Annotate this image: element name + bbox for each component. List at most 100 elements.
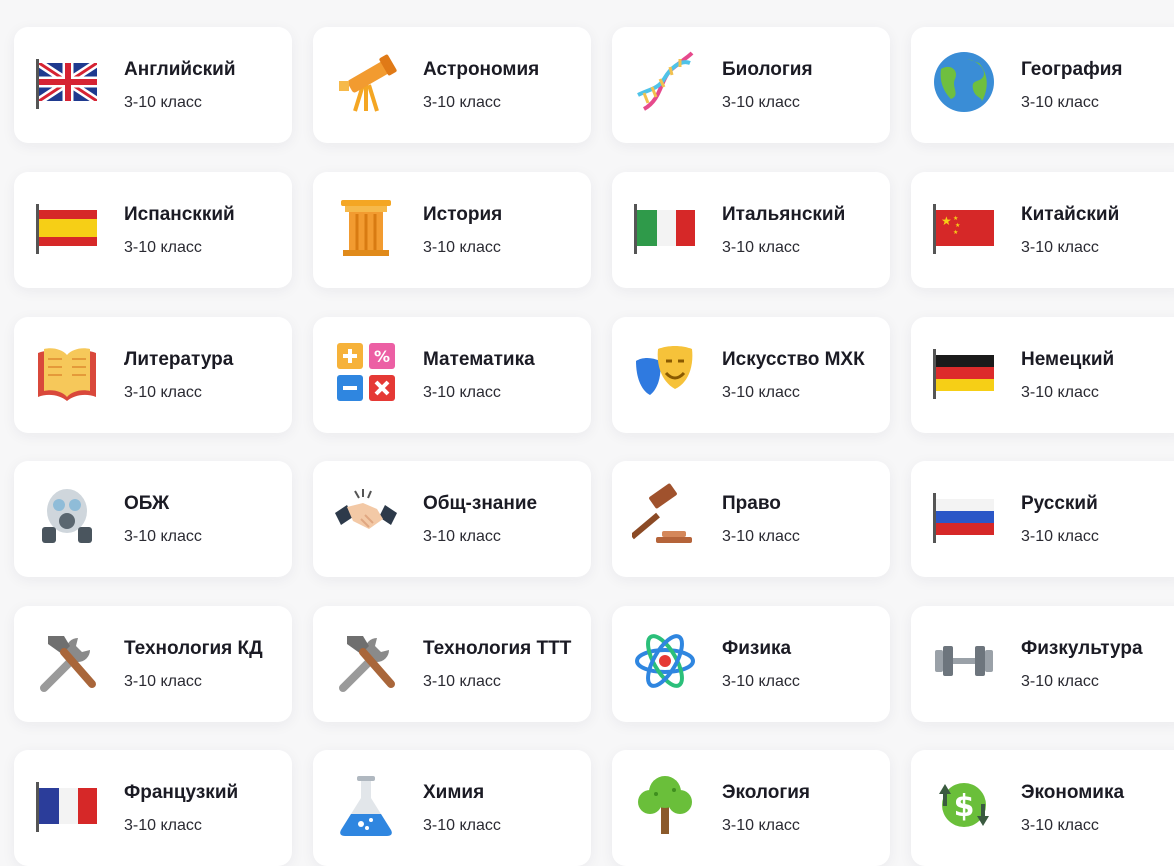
subject-title: История — [423, 204, 503, 225]
subject-title: Право — [722, 493, 781, 514]
subject-card[interactable]: Общ-знание 3-10 класс — [313, 461, 591, 577]
subject-grade-range: 3-10 класс — [124, 528, 202, 545]
tools-icon — [333, 628, 399, 694]
open-book-icon — [34, 339, 100, 405]
france-flag-icon — [34, 772, 100, 838]
subject-card[interactable]: Физкультура 3-10 класс — [911, 606, 1174, 722]
subject-card[interactable]: Искусство МХК 3-10 класс — [612, 317, 890, 433]
subject-grade-range: 3-10 класс — [124, 817, 202, 834]
uk-flag-icon — [34, 49, 100, 115]
subject-card[interactable]: $ Экономика 3-10 класс — [911, 750, 1174, 866]
subject-card[interactable]: Итальянский 3-10 класс — [612, 172, 890, 288]
telescope-icon — [333, 49, 399, 115]
subject-grade-range: 3-10 класс — [722, 528, 800, 545]
subject-card[interactable]: ★ ★ ★ ★ Китайский 3-10 класс — [911, 172, 1174, 288]
subject-grade-range: 3-10 класс — [124, 94, 202, 111]
subjects-grid: Английский 3-10 класс Астрономия 3-10 класс… — [0, 0, 1174, 866]
subject-grade-range: 3-10 класс — [722, 384, 800, 401]
svg-text:★: ★ — [953, 229, 958, 236]
subject-grade-range: 3-10 класс — [423, 239, 501, 256]
russia-flag-icon — [931, 483, 997, 549]
subject-card[interactable]: Физика 3-10 класс — [612, 606, 890, 722]
dna-icon — [632, 49, 698, 115]
svg-text:★: ★ — [941, 214, 952, 228]
china-flag-icon: ★ ★ ★ ★ — [931, 194, 997, 260]
subject-card[interactable]: Экология 3-10 класс — [612, 750, 890, 866]
subject-title: Русский — [1021, 493, 1098, 514]
tools-icon — [34, 628, 100, 694]
subject-title: Общ-знание — [423, 493, 538, 514]
subject-card[interactable]: География 3-10 класс — [911, 27, 1174, 143]
subject-title: Итальянский — [722, 204, 846, 225]
subject-grade-range: 3-10 класс — [124, 384, 202, 401]
column-icon — [333, 194, 399, 260]
subject-card[interactable]: Русский 3-10 класс — [911, 461, 1174, 577]
svg-text:★: ★ — [955, 222, 960, 229]
subject-grade-range: 3-10 класс — [722, 673, 800, 690]
tree-icon — [632, 772, 698, 838]
subject-title: Астрономия — [423, 59, 540, 80]
subject-grade-range: 3-10 класс — [124, 239, 202, 256]
subject-card[interactable]: Технология ТТТ 3-10 класс — [313, 606, 591, 722]
subject-card[interactable]: Испансккий 3-10 класс — [14, 172, 292, 288]
math-operators-icon: % — [333, 339, 399, 405]
svg-text:%: % — [374, 347, 390, 366]
subject-title: Немецкий — [1021, 349, 1115, 370]
gas-mask-icon — [34, 483, 100, 549]
subject-grade-range: 3-10 класс — [423, 384, 501, 401]
subject-title: Английский — [124, 59, 236, 80]
subject-grade-range: 3-10 класс — [423, 817, 501, 834]
subject-grade-range: 3-10 класс — [722, 817, 800, 834]
subject-card[interactable]: Французкий 3-10 класс — [14, 750, 292, 866]
dollar-exchange-icon: $ — [931, 772, 997, 838]
subject-card[interactable]: Астрономия 3-10 класс — [313, 27, 591, 143]
subject-grade-range: 3-10 класс — [1021, 384, 1099, 401]
svg-text:★: ★ — [953, 215, 958, 222]
flask-icon — [333, 772, 399, 838]
subject-title: Искусство МХК — [722, 349, 865, 370]
handshake-icon — [333, 483, 399, 549]
subject-grade-range: 3-10 класс — [423, 94, 501, 111]
subject-title: Экономика — [1021, 782, 1125, 803]
subject-card[interactable]: Технология КД 3-10 класс — [14, 606, 292, 722]
subject-title: Физкультура — [1021, 638, 1143, 659]
subject-card[interactable]: ОБЖ 3-10 класс — [14, 461, 292, 577]
subject-title: Испансккий — [124, 204, 235, 225]
subject-card[interactable]: Литература 3-10 класс — [14, 317, 292, 433]
subject-title: Химия — [423, 782, 485, 803]
subject-grade-range: 3-10 класс — [1021, 528, 1099, 545]
subject-card[interactable]: Биология 3-10 класс — [612, 27, 890, 143]
subject-title: Литература — [124, 349, 234, 370]
subject-grade-range: 3-10 класс — [722, 239, 800, 256]
subject-card[interactable]: Немецкий 3-10 класс — [911, 317, 1174, 433]
subject-grade-range: 3-10 класс — [1021, 817, 1099, 834]
germany-flag-icon — [931, 339, 997, 405]
italy-flag-icon — [632, 194, 698, 260]
subject-title: Экология — [722, 782, 811, 803]
subject-card[interactable]: История 3-10 класс — [313, 172, 591, 288]
subject-card[interactable]: Английский 3-10 класс — [14, 27, 292, 143]
subject-title: Математика — [423, 349, 535, 370]
atom-icon — [632, 628, 698, 694]
subject-title: Французкий — [124, 782, 239, 803]
subject-grade-range: 3-10 класс — [423, 673, 501, 690]
subject-grade-range: 3-10 класс — [124, 673, 202, 690]
subject-grade-range: 3-10 класс — [1021, 239, 1099, 256]
subject-grade-range: 3-10 класс — [1021, 94, 1099, 111]
gavel-icon — [632, 483, 698, 549]
subject-grade-range: 3-10 класс — [1021, 673, 1099, 690]
dumbbell-icon — [931, 628, 997, 694]
subject-card[interactable]: Право 3-10 класс — [612, 461, 890, 577]
svg-text:$: $ — [954, 789, 975, 824]
subject-grade-range: 3-10 класс — [423, 528, 501, 545]
spain-flag-icon — [34, 194, 100, 260]
subject-title: Китайский — [1021, 204, 1120, 225]
subject-title: ОБЖ — [124, 493, 170, 514]
subject-title: Физика — [722, 638, 792, 659]
subject-title: Технология КД — [124, 638, 263, 659]
theater-masks-icon — [632, 339, 698, 405]
subject-card[interactable]: Химия 3-10 класс — [313, 750, 591, 866]
globe-icon — [931, 49, 997, 115]
subject-card[interactable]: % Математика 3-10 класс — [313, 317, 591, 433]
subject-title: География — [1021, 59, 1123, 80]
